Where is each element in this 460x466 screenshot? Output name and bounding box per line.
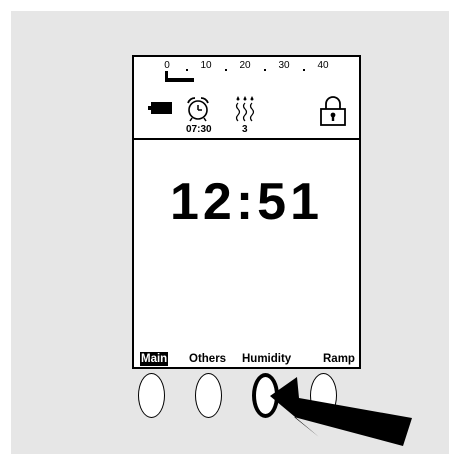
pointer-arrow-icon <box>270 377 412 446</box>
